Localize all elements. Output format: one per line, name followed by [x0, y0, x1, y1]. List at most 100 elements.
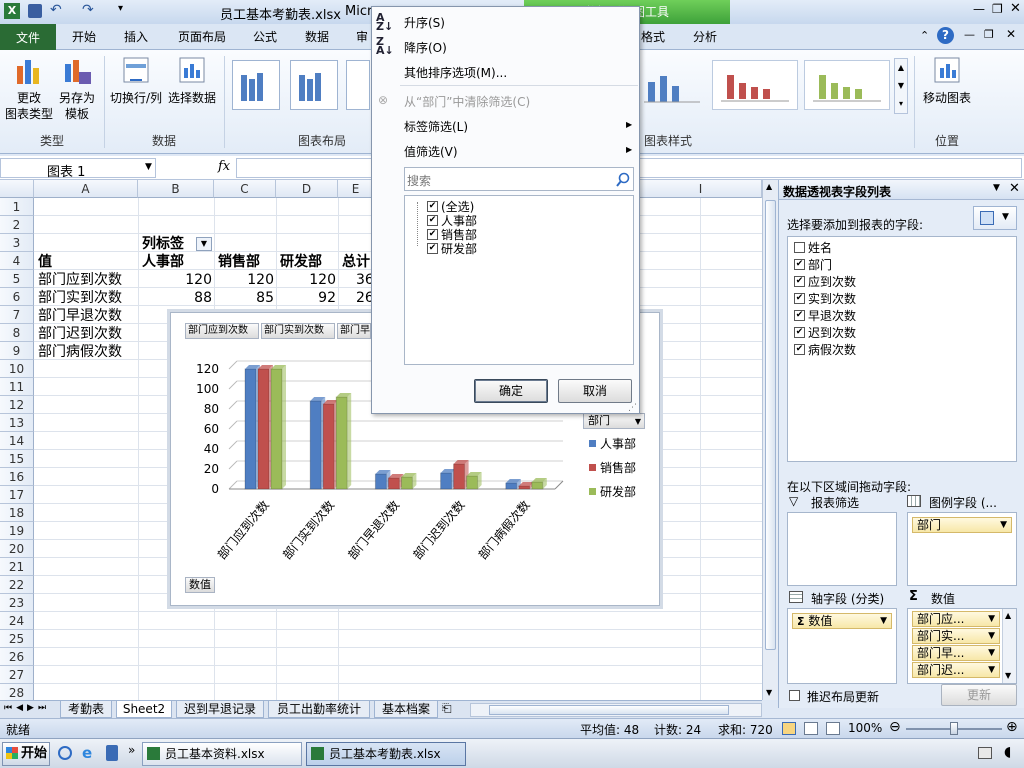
- bar-0-2[interactable]: [374, 473, 387, 490]
- tab-review[interactable]: 审: [356, 28, 368, 45]
- style-3-thumb[interactable]: [804, 60, 890, 110]
- zoom-out-icon[interactable]: ⊖: [889, 719, 901, 735]
- update-button[interactable]: 更新: [941, 684, 1017, 706]
- row-header-21[interactable]: 21: [0, 558, 34, 576]
- sort-ascending-item[interactable]: 升序(S): [404, 14, 445, 31]
- checkbox[interactable]: ✔: [794, 310, 805, 321]
- legend-chip-department[interactable]: 部门 ▼: [912, 517, 1012, 533]
- row-header-3[interactable]: 3: [0, 234, 34, 252]
- select-all-corner[interactable]: [0, 180, 34, 198]
- layout-1-thumb[interactable]: [232, 60, 280, 110]
- bar-2-4[interactable]: [531, 481, 544, 490]
- undo-icon[interactable]: ↶: [50, 2, 62, 18]
- row-header-6[interactable]: 6: [0, 288, 34, 306]
- style-1-thumb[interactable]: [640, 60, 706, 110]
- cell-a6[interactable]: 部门实到次数: [38, 289, 122, 307]
- value-chip[interactable]: 部门早... ▼: [912, 645, 1000, 661]
- vertical-scrollbar[interactable]: ▲ ▼: [762, 180, 778, 700]
- bar-0-0[interactable]: [244, 368, 257, 490]
- row-header-5[interactable]: 5: [0, 270, 34, 288]
- row-header-22[interactable]: 22: [0, 576, 34, 594]
- change-chart-type-button[interactable]: 更改 图表类型: [4, 54, 54, 122]
- start-button[interactable]: 开始: [2, 742, 50, 766]
- sheet-tab[interactable]: 员工出勤率统计: [268, 701, 370, 718]
- checkbox[interactable]: ✔: [427, 215, 438, 226]
- checkbox[interactable]: ✔: [794, 344, 805, 355]
- field-item[interactable]: ✔ 病假次数: [794, 341, 856, 358]
- cell-d4[interactable]: 研发部: [280, 253, 322, 271]
- legend-field-button[interactable]: 部门 ▼: [583, 413, 645, 429]
- quicklaunch-icon-1[interactable]: [58, 746, 72, 760]
- checkbox[interactable]: ✔: [427, 201, 438, 212]
- row-header-26[interactable]: 26: [0, 648, 34, 666]
- style-2-thumb[interactable]: [712, 60, 798, 110]
- horizontal-scrollbar[interactable]: [470, 703, 762, 717]
- normal-view-icon[interactable]: [782, 722, 796, 735]
- label-filter-item[interactable]: 标签筛选(L): [404, 118, 468, 135]
- styles-scroll[interactable]: ▲ ▼ ▾: [894, 58, 908, 114]
- row-header-2[interactable]: 2: [0, 216, 34, 234]
- chevron-down-icon[interactable]: ▼: [145, 162, 152, 172]
- tab-file[interactable]: 文件: [0, 24, 56, 50]
- cell-a9[interactable]: 部门病假次数: [38, 343, 122, 361]
- name-box[interactable]: 图表 1 ▼: [0, 158, 156, 180]
- filter-search-input[interactable]: 搜索: [404, 167, 634, 191]
- scroll-down-icon[interactable]: ▼: [1005, 671, 1011, 680]
- restore-icon[interactable]: ❐: [992, 2, 1003, 16]
- row-header-19[interactable]: 19: [0, 522, 34, 540]
- wb-close-icon[interactable]: ✕: [1006, 27, 1016, 41]
- bar-2-0[interactable]: [270, 368, 283, 490]
- bar-1-1[interactable]: [322, 403, 335, 490]
- value-chip[interactable]: 部门迟... ▼: [912, 662, 1000, 678]
- col-header-d[interactable]: D: [276, 180, 338, 198]
- row-header-4[interactable]: 4: [0, 252, 34, 270]
- cell-e4[interactable]: 总计: [342, 253, 370, 271]
- values-scrollbar[interactable]: ▲ ▼: [1002, 609, 1016, 683]
- tab-formulas[interactable]: 公式: [253, 28, 277, 45]
- row-header-9[interactable]: 9: [0, 342, 34, 360]
- axis-chip-values[interactable]: Σ 数值 ▼: [792, 613, 892, 629]
- insert-sheet-icon[interactable]: ⎗: [442, 701, 452, 716]
- layout-3-thumb[interactable]: [346, 60, 370, 110]
- value-chip[interactable]: 部门实... ▼: [912, 628, 1000, 644]
- sheet-tab[interactable]: Sheet2: [116, 701, 172, 718]
- cell-b5[interactable]: 120: [138, 271, 212, 289]
- row-header-16[interactable]: 16: [0, 468, 34, 486]
- switch-row-col-button[interactable]: 切换行/列: [108, 54, 164, 106]
- cell-c4[interactable]: 销售部: [218, 253, 260, 271]
- value-chip[interactable]: 部门应... ▼: [912, 611, 1000, 627]
- quicklaunch-icon-3[interactable]: [106, 745, 118, 761]
- cell-c6[interactable]: 85: [214, 289, 274, 307]
- cell-b6[interactable]: 88: [138, 289, 212, 307]
- collapse-ribbon-icon[interactable]: ⌃: [920, 29, 929, 42]
- wb-restore-icon[interactable]: ❐: [984, 28, 994, 41]
- bar-2-3[interactable]: [466, 475, 479, 490]
- ok-button[interactable]: 确定: [474, 379, 548, 403]
- row-header-14[interactable]: 14: [0, 432, 34, 450]
- cell-a8[interactable]: 部门迟到次数: [38, 325, 122, 343]
- page-layout-view-icon[interactable]: [804, 722, 818, 735]
- sheet-nav-icon[interactable]: ⏮◀▶⏭: [4, 703, 50, 713]
- row-header-20[interactable]: 20: [0, 540, 34, 558]
- col-header-e[interactable]: E: [338, 180, 374, 198]
- cell-d6[interactable]: 92: [276, 289, 336, 307]
- tab-format[interactable]: 格式: [641, 28, 665, 45]
- sheet-tab[interactable]: 迟到早退记录: [176, 701, 264, 718]
- task-attendance[interactable]: 员工基本考勤表.xlsx: [306, 742, 466, 766]
- row-header-15[interactable]: 15: [0, 450, 34, 468]
- values-area[interactable]: 部门应... ▼ 部门实... ▼ 部门早... ▼ 部门迟... ▼ ▲ ▼: [907, 608, 1017, 684]
- col-header-i[interactable]: I: [640, 180, 762, 198]
- row-header-28[interactable]: 28: [0, 684, 34, 700]
- bar-1-2[interactable]: [387, 477, 400, 490]
- axis-fields-area[interactable]: Σ 数值 ▼: [787, 608, 897, 684]
- checkbox[interactable]: ✔: [427, 229, 438, 240]
- field-layout-button[interactable]: ▼: [973, 206, 1017, 230]
- close-icon[interactable]: ✕: [1010, 1, 1021, 16]
- bar-1-4[interactable]: [518, 485, 531, 490]
- page-break-view-icon[interactable]: [826, 722, 840, 735]
- row-header-27[interactable]: 27: [0, 666, 34, 684]
- bar-0-1[interactable]: [309, 400, 322, 490]
- row-header-10[interactable]: 10: [0, 360, 34, 378]
- values-field-button[interactable]: 数值: [185, 577, 215, 593]
- more-sort-options-item[interactable]: 其他排序选项(M)...: [404, 64, 507, 81]
